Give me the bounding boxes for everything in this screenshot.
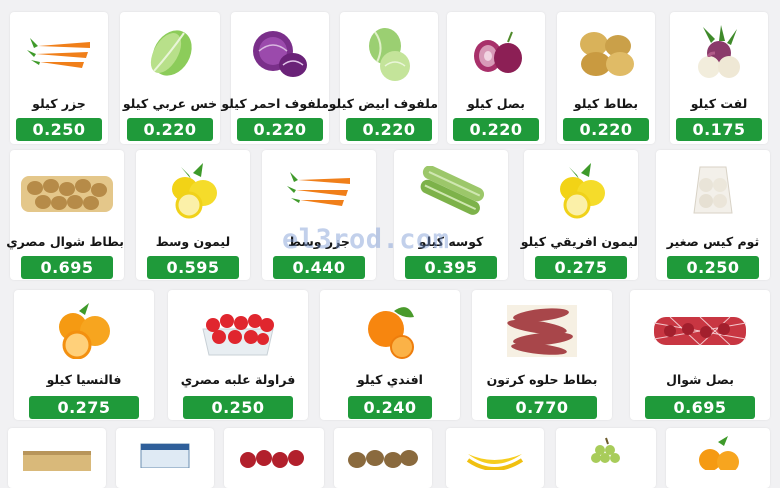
product-price: 0.770 — [487, 396, 597, 419]
product-name: بصل شوال — [666, 372, 734, 387]
product-card[interactable]: فالنسيا كيلو 0.275 — [14, 290, 154, 420]
red-cabbage-icon — [231, 16, 329, 90]
product-price: 0.220 — [563, 118, 649, 141]
onion-sack-icon — [630, 294, 770, 368]
carrot-icon — [10, 16, 108, 90]
product-card[interactable]: بصل شوال 0.695 — [630, 290, 770, 420]
product-price: 0.395 — [405, 256, 497, 279]
lettuce-icon — [120, 16, 220, 90]
product-card[interactable] — [666, 428, 770, 488]
product-card[interactable]: فراولة علبه مصري 0.250 — [168, 290, 308, 420]
strawberry-box-icon — [168, 294, 308, 368]
product-card[interactable] — [334, 428, 432, 488]
product-price: 0.220 — [237, 118, 323, 141]
zucchini-icon — [394, 154, 508, 228]
product-price: 0.695 — [645, 396, 755, 419]
product-price: 0.250 — [16, 118, 102, 141]
product-name: بصل كيلو — [467, 96, 525, 111]
product-card[interactable] — [224, 428, 324, 488]
product-price: 0.250 — [667, 256, 759, 279]
product-name: لفت كيلو — [690, 96, 748, 111]
product-card[interactable] — [446, 428, 544, 488]
product-card[interactable]: جزر كيلو 0.250 — [10, 12, 108, 144]
product-card[interactable]: بطاط شوال مصري 0.695 — [6, 150, 124, 280]
lemon-icon — [136, 154, 250, 228]
watermark: el3rod.com — [282, 224, 450, 255]
product-price: 0.250 — [183, 396, 293, 419]
product-name: بطاط شوال مصري — [6, 234, 124, 249]
product-card[interactable]: ليمون افريقي كيلو 0.275 — [520, 150, 638, 280]
box-icon — [116, 438, 214, 468]
tangerine-icon — [320, 294, 460, 368]
product-name: ملفوف ابيض كيلو — [328, 96, 438, 111]
product-card[interactable] — [8, 428, 106, 488]
product-card[interactable] — [556, 428, 656, 488]
product-price: 0.240 — [348, 396, 432, 419]
product-card[interactable]: كوسه كيلو 0.395 — [394, 150, 508, 280]
product-price: 0.275 — [29, 396, 139, 419]
product-card[interactable]: لفت كيلو 0.175 — [670, 12, 768, 144]
product-price: 0.695 — [21, 256, 113, 279]
product-card[interactable]: ملفوف احمر كيلو 0.220 — [221, 12, 329, 144]
crate-icon — [8, 442, 106, 472]
product-card[interactable]: ليمون وسط 0.595 — [136, 150, 250, 280]
product-name: فالنسيا كيلو — [46, 372, 122, 387]
red-onion-icon — [447, 16, 545, 90]
product-name: بطاط حلوه كرتون — [486, 372, 598, 387]
white-cabbage-icon — [340, 16, 438, 90]
product-price: 0.220 — [453, 118, 539, 141]
orange-icon — [666, 436, 770, 470]
carrot-icon — [262, 154, 376, 228]
turnip-icon — [670, 16, 768, 90]
garlic-bag-icon — [656, 154, 770, 228]
product-price: 0.275 — [535, 256, 627, 279]
product-name: ليمون افريقي كيلو — [520, 234, 638, 249]
product-price: 0.220 — [346, 118, 432, 141]
potato-icon — [557, 16, 655, 90]
lemon-icon — [524, 154, 638, 228]
product-card[interactable]: بصل كيلو 0.220 — [447, 12, 545, 144]
product-name: ثوم كيس صغير — [666, 234, 760, 249]
product-name: خس عربي كيلو — [122, 96, 218, 111]
product-price: 0.595 — [147, 256, 239, 279]
product-name: فراولة علبه مصري — [180, 372, 296, 387]
product-price: 0.440 — [273, 256, 365, 279]
product-card[interactable]: ثوم كيس صغير 0.250 — [656, 150, 770, 280]
product-name: بطاط كيلو — [573, 96, 639, 111]
product-card[interactable]: افندي كيلو 0.240 — [320, 290, 460, 420]
product-name: افندي كيلو — [357, 372, 423, 387]
product-card[interactable]: خس عربي كيلو 0.220 — [120, 12, 220, 144]
grapes-icon — [556, 436, 656, 470]
apples-icon — [224, 442, 324, 472]
product-name: ليمون وسط — [155, 234, 231, 249]
potato-sack-icon — [10, 164, 124, 224]
product-price: 0.175 — [676, 118, 762, 141]
banana-icon — [446, 442, 544, 472]
product-name: ملفوف احمر كيلو — [221, 96, 329, 111]
product-name: جزر كيلو — [32, 96, 86, 111]
product-card[interactable]: جزر وسط 0.440 — [262, 150, 376, 280]
product-card[interactable]: ملفوف ابيض كيلو 0.220 — [328, 12, 438, 144]
product-price: 0.220 — [127, 118, 213, 141]
orange-icon — [14, 294, 154, 368]
kiwi-icon — [334, 442, 432, 472]
sweet-potato-icon — [472, 294, 612, 368]
product-card[interactable]: بطاط حلوه كرتون 0.770 — [472, 290, 612, 420]
product-card[interactable]: بطاط كيلو 0.220 — [557, 12, 655, 144]
product-card[interactable] — [116, 428, 214, 488]
